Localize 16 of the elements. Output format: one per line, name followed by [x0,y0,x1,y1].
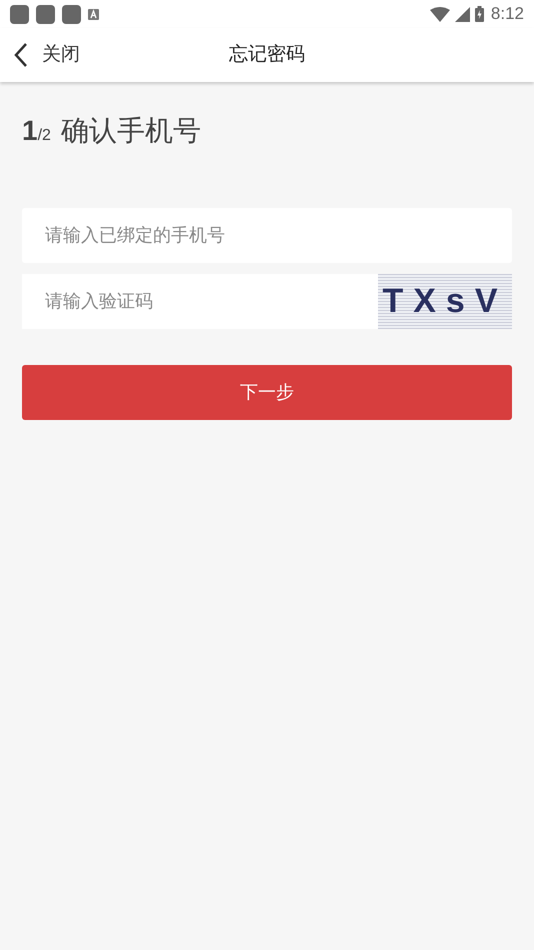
battery-icon [474,6,484,22]
notification-icon [36,4,55,24]
back-button[interactable]: 关闭 [0,28,80,82]
status-time: 8:12 [490,3,524,26]
signal-icon [454,6,470,22]
captcha-image[interactable]: TXsV [378,274,512,329]
notification-icon [62,4,81,24]
wifi-icon [430,6,450,22]
back-icon [14,42,28,68]
step-heading: 1/2 确认手机号 [22,114,202,148]
next-button[interactable]: 下一步 [22,365,512,420]
notification-icon [88,8,99,20]
captcha-field[interactable]: 请输入验证码 [22,274,378,329]
phone-field[interactable]: 请输入已绑定的手机号 [22,208,512,263]
notification-icon [10,4,29,24]
page-title: 忘记密码 [229,42,305,67]
